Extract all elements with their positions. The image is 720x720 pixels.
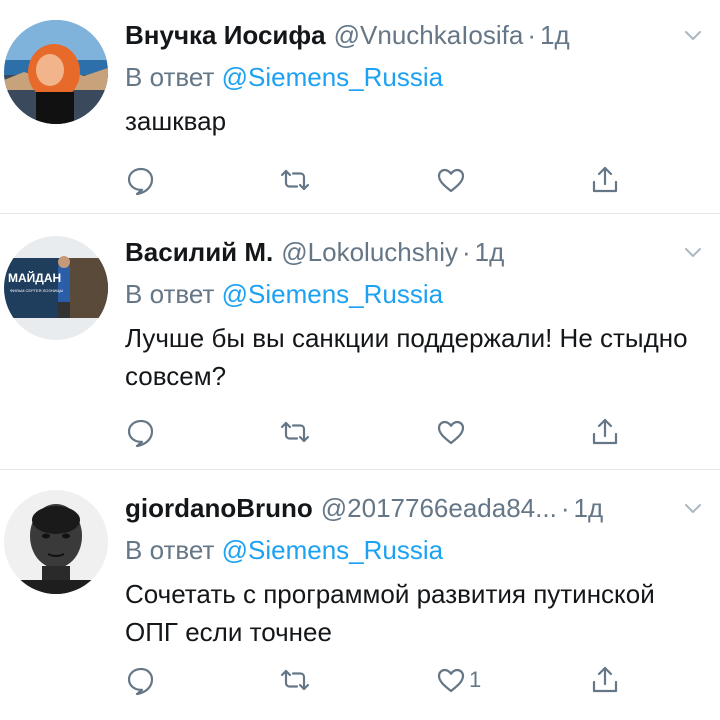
tweet-text: Лучше бы вы санкции поддержали! Не стыдн… bbox=[125, 323, 688, 391]
retweet-icon bbox=[279, 164, 311, 196]
share-button[interactable] bbox=[589, 160, 621, 200]
display-name[interactable]: Василий М. bbox=[125, 237, 273, 268]
avatar[interactable] bbox=[4, 490, 108, 594]
retweet-icon bbox=[279, 664, 311, 696]
user-handle[interactable]: @VnuchkaIosifa bbox=[334, 20, 524, 51]
retweet-button[interactable] bbox=[279, 660, 311, 700]
reply-context: В ответ @Siemens_Russia bbox=[125, 58, 706, 96]
reply-button[interactable] bbox=[125, 660, 157, 700]
share-icon bbox=[589, 664, 621, 696]
share-icon bbox=[589, 164, 621, 196]
mention-link[interactable]: @Siemens_Russia bbox=[222, 279, 443, 309]
like-count: 1 bbox=[469, 667, 482, 692]
chevron-down-icon[interactable] bbox=[680, 22, 706, 48]
avatar-poster-subtitle: ФИЛЬМ СЕРГЕЯ ЛОЗНИЦЫ bbox=[10, 288, 63, 293]
tweet-actions bbox=[125, 160, 645, 200]
share-button[interactable] bbox=[589, 412, 621, 452]
tweet-actions: 1 bbox=[125, 660, 645, 700]
user-handle[interactable]: @2017766eada84... bbox=[321, 493, 557, 524]
chevron-down-icon[interactable] bbox=[680, 239, 706, 265]
tweet[interactable]: МАЙДАН ФИЛЬМ СЕРГЕЯ ЛОЗНИЦЫ Василий М. @… bbox=[0, 214, 720, 470]
user-handle[interactable]: @Lokoluchshiy bbox=[281, 237, 458, 268]
display-name[interactable]: Внучка Иосифа bbox=[125, 20, 326, 51]
tweet-text: Сочетать с программой развития путинской… bbox=[125, 579, 655, 647]
tweet-date[interactable]: 1д bbox=[573, 493, 603, 524]
share-button[interactable] bbox=[589, 660, 621, 700]
separator-dot: · bbox=[462, 236, 471, 267]
like-icon bbox=[435, 164, 467, 196]
like-icon bbox=[435, 416, 467, 448]
avatar-image bbox=[4, 490, 108, 594]
avatar-image bbox=[4, 20, 108, 124]
display-name[interactable]: giordanoBruno bbox=[125, 493, 313, 524]
reply-prefix: В ответ bbox=[125, 535, 215, 565]
avatar[interactable]: МАЙДАН ФИЛЬМ СЕРГЕЯ ЛОЗНИЦЫ bbox=[4, 236, 108, 340]
tweet[interactable]: Внучка Иосифа @VnuchkaIosifa · 1д В отве… bbox=[0, 0, 720, 214]
separator-dot: · bbox=[527, 19, 537, 50]
like-button[interactable]: 1 bbox=[435, 660, 481, 700]
like-button[interactable] bbox=[435, 160, 469, 200]
tweet-date[interactable]: 1д bbox=[540, 20, 570, 51]
retweet-icon bbox=[279, 416, 311, 448]
reply-icon bbox=[125, 164, 157, 196]
separator-dot: · bbox=[560, 492, 570, 523]
tweet-actions bbox=[125, 412, 645, 452]
avatar-poster-title: МАЙДАН bbox=[8, 270, 61, 285]
avatar[interactable] bbox=[4, 20, 108, 124]
reply-prefix: В ответ bbox=[125, 279, 215, 309]
reply-button[interactable] bbox=[125, 412, 157, 452]
reply-context: В ответ @Siemens_Russia bbox=[125, 275, 706, 313]
avatar-image: МАЙДАН ФИЛЬМ СЕРГЕЯ ЛОЗНИЦЫ bbox=[4, 236, 108, 340]
tweet[interactable]: giordanoBruno @2017766eada84... · 1д В о… bbox=[0, 470, 720, 720]
chevron-down-icon[interactable] bbox=[680, 495, 706, 521]
share-icon bbox=[589, 416, 621, 448]
reply-context: В ответ @Siemens_Russia bbox=[125, 531, 706, 569]
mention-link[interactable]: @Siemens_Russia bbox=[222, 535, 443, 565]
tweet-text: зашквар bbox=[125, 106, 227, 136]
like-button[interactable] bbox=[435, 412, 469, 452]
reply-icon bbox=[125, 664, 157, 696]
like-icon bbox=[435, 664, 467, 696]
tweet-date[interactable]: 1д bbox=[475, 237, 505, 268]
reply-prefix: В ответ bbox=[125, 62, 215, 92]
retweet-button[interactable] bbox=[279, 412, 311, 452]
mention-link[interactable]: @Siemens_Russia bbox=[222, 62, 443, 92]
reply-button[interactable] bbox=[125, 160, 157, 200]
retweet-button[interactable] bbox=[279, 160, 311, 200]
reply-icon bbox=[125, 416, 157, 448]
